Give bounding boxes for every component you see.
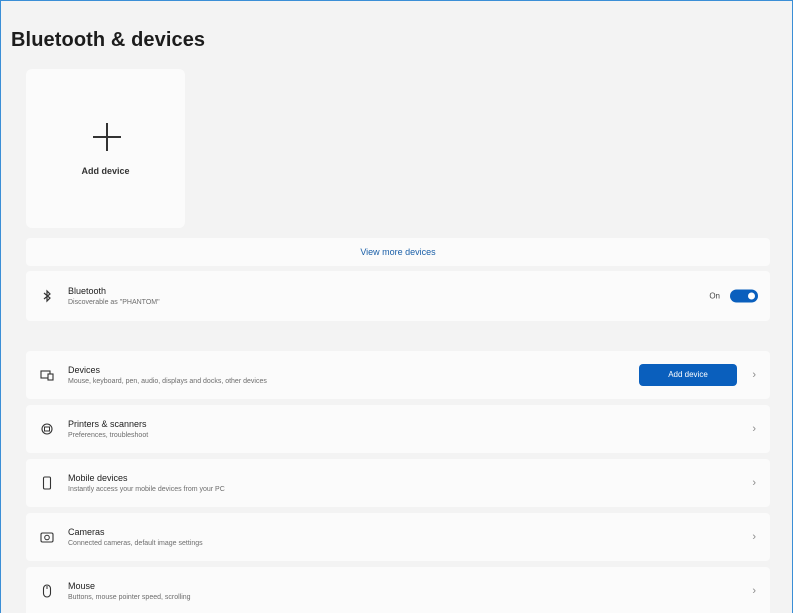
devices-title: Devices	[68, 365, 101, 375]
bluetooth-state-label: On	[709, 291, 720, 301]
bluetooth-row: Bluetooth Discoverable as "PHANTOM" On	[26, 271, 770, 321]
chevron-right-icon: ›	[752, 477, 756, 489]
add-device-button[interactable]: Add device	[639, 364, 737, 386]
window-frame: Bluetooth & devices Add device View more…	[0, 0, 793, 613]
devices-row[interactable]: Devices Mouse, keyboard, pen, audio, dis…	[26, 351, 770, 399]
mouse-icon	[40, 583, 54, 598]
chevron-right-icon: ›	[752, 369, 756, 381]
printers-row[interactable]: Printers & scanners Preferences, trouble…	[26, 405, 770, 453]
view-more-devices-button[interactable]: View more devices	[26, 238, 770, 266]
bluetooth-subtitle: Discoverable as "PHANTOM"	[68, 299, 160, 306]
chevron-right-icon: ›	[752, 531, 756, 543]
bluetooth-icon	[40, 289, 54, 303]
bluetooth-title: Bluetooth	[68, 286, 107, 296]
mobile-devices-row[interactable]: Mobile devices Instantly access your mob…	[26, 459, 770, 507]
cameras-subtitle: Connected cameras, default image setting…	[68, 540, 203, 547]
plus-icon	[93, 123, 121, 151]
mouse-subtitle: Buttons, mouse pointer speed, scrolling	[68, 594, 191, 601]
camera-icon	[40, 530, 54, 544]
mouse-title: Mouse	[68, 581, 96, 591]
printer-icon	[40, 422, 54, 436]
chevron-right-icon: ›	[752, 423, 756, 435]
mobile-devices-title: Mobile devices	[68, 473, 128, 483]
bluetooth-toggle[interactable]	[730, 289, 758, 303]
chevron-right-icon: ›	[752, 584, 756, 597]
page-title: Bluetooth & devices	[11, 29, 206, 51]
add-device-card-label: Add device	[81, 166, 130, 176]
mobile-phone-icon	[40, 476, 54, 490]
cameras-row[interactable]: Cameras Connected cameras, default image…	[26, 513, 770, 561]
printers-title: Printers & scanners	[68, 419, 147, 429]
devices-subtitle: Mouse, keyboard, pen, audio, displays an…	[68, 378, 267, 385]
printers-subtitle: Preferences, troubleshoot	[68, 432, 149, 439]
cameras-title: Cameras	[68, 527, 105, 537]
mobile-devices-subtitle: Instantly access your mobile devices fro…	[68, 486, 225, 493]
mouse-row[interactable]: Mouse Buttons, mouse pointer speed, scro…	[26, 567, 770, 613]
add-device-card[interactable]: Add device	[26, 69, 185, 228]
devices-icon	[40, 368, 54, 382]
